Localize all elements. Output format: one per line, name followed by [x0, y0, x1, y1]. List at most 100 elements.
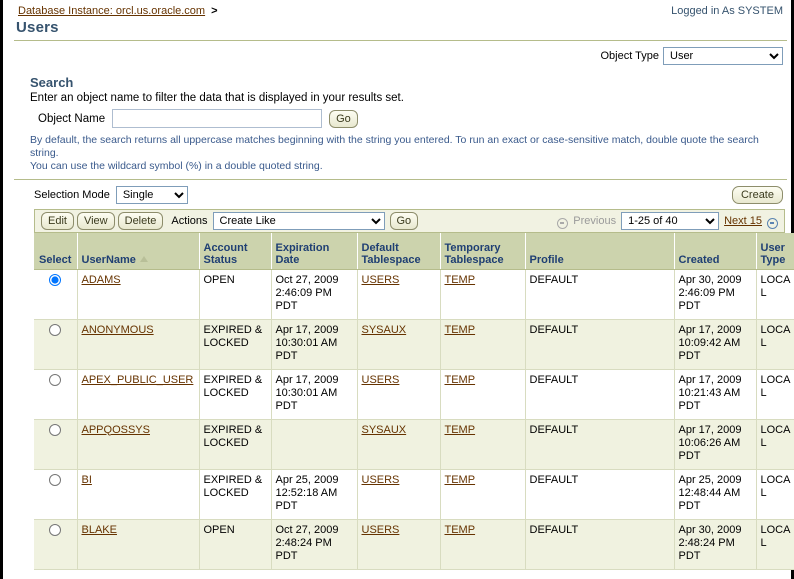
created-value: Apr 17, 2009 10:21:43 AM PDT	[678, 373, 742, 412]
actions-select[interactable]: Create Like	[212, 212, 385, 230]
column-header-temporary-tablespace[interactable]: Temporary Tablespace	[440, 233, 526, 270]
created-value: Apr 25, 2009 12:48:44 AM PDT	[678, 473, 742, 512]
row-select-radio[interactable]	[49, 423, 62, 436]
row-select-radio[interactable]	[49, 273, 62, 286]
user-type-value: LOCAL	[760, 523, 791, 549]
account-status-value: EXPIRED & LOCKED	[203, 373, 263, 399]
temporary-tablespace-link[interactable]: TEMP	[445, 424, 476, 436]
username-link[interactable]: ADAMS	[82, 274, 121, 286]
user-type-cell: LOCAL	[756, 319, 794, 370]
default-tablespace-link[interactable]: USERS	[362, 474, 400, 486]
delete-button[interactable]: Delete	[117, 212, 164, 230]
created-value: Apr 30, 2009 2:48:24 PM PDT	[678, 523, 742, 562]
created-cell: Apr 17, 2009 10:09:42 AM PDT	[674, 319, 757, 370]
username-link[interactable]: BLAKE	[82, 524, 117, 536]
search-row: Object Name Go	[16, 109, 783, 128]
expiration-date-cell: Apr 17, 2009 10:30:01 AM PDT	[271, 369, 358, 420]
default-tablespace-link[interactable]: USERS	[362, 524, 400, 536]
page-title: Users	[16, 19, 59, 36]
selection-mode-select[interactable]: Single	[115, 186, 188, 204]
username-link[interactable]: APEX_PUBLIC_USER	[82, 374, 194, 386]
object-name-label: Object Name	[38, 112, 106, 125]
username-cell: ADAMS	[77, 269, 200, 320]
default-tablespace-link[interactable]: SYSAUX	[362, 424, 407, 436]
username-link[interactable]: BI	[82, 474, 92, 486]
profile-value: DEFAULT	[529, 473, 579, 486]
column-header-expiration-date[interactable]: Expiration Date	[271, 233, 358, 270]
default-tablespace-link[interactable]: USERS	[362, 274, 400, 286]
temporary-tablespace-cell: TEMP	[440, 319, 526, 370]
search-section: Search Enter an object name to filter th…	[8, 69, 791, 173]
user-type-cell: LOCAL	[756, 419, 794, 470]
actions-go-button[interactable]: Go	[389, 212, 419, 230]
expiration-date-cell: Apr 25, 2009 12:52:18 AM PDT	[271, 469, 358, 520]
account-status-value: EXPIRED & LOCKED	[203, 473, 263, 499]
profile-cell: DEFAULT	[525, 269, 675, 320]
column-header-account-status[interactable]: Account Status	[199, 233, 272, 270]
temporary-tablespace-link[interactable]: TEMP	[445, 474, 476, 486]
column-header-profile[interactable]: Profile	[525, 233, 675, 270]
user-type-cell: LOCAL	[756, 519, 794, 570]
temporary-tablespace-link[interactable]: TEMP	[445, 524, 476, 536]
username-link[interactable]: ANONYMOUS	[82, 324, 154, 336]
temporary-tablespace-cell: TEMP	[440, 519, 526, 570]
created-value: Apr 17, 2009 10:09:42 AM PDT	[678, 323, 742, 362]
username-link[interactable]: APPQOSSYS	[82, 424, 150, 436]
created-cell: Apr 30, 2009 2:46:09 PM PDT	[674, 269, 757, 320]
temporary-tablespace-cell: TEMP	[440, 419, 526, 470]
breadcrumb-separator: >	[211, 5, 218, 17]
user-type-value: LOCAL	[760, 373, 791, 399]
profile-cell: DEFAULT	[525, 419, 675, 470]
table-row: APPQOSSYS EXPIRED & LOCKED SYSAUX TEMP DEFAU…	[34, 419, 794, 470]
column-header-user-type[interactable]: User Type	[756, 233, 794, 270]
view-button[interactable]: View	[76, 212, 115, 230]
row-select-cell	[34, 269, 78, 320]
object-type-select[interactable]: User	[663, 47, 783, 65]
logged-in-label: Logged in As SYSTEM	[671, 5, 783, 17]
temporary-tablespace-link[interactable]: TEMP	[445, 374, 476, 386]
default-tablespace-cell: SYSAUX	[357, 419, 441, 470]
profile-value: DEFAULT	[529, 323, 579, 336]
page-range-select[interactable]: 1-25 of 40	[621, 212, 720, 230]
default-tablespace-cell: USERS	[357, 519, 441, 570]
expiration-date-cell: Oct 27, 2009 2:46:09 PM PDT	[271, 269, 358, 320]
table-row: BI EXPIRED & LOCKED Apr 25, 2009 12:52:18 …	[34, 469, 794, 520]
account-status-cell: EXPIRED & LOCKED	[199, 369, 272, 420]
table-row: ADAMS OPEN Oct 27, 2009 2:46:09 PM PDT USER…	[34, 269, 794, 320]
expiration-date-cell: Apr 17, 2009 10:30:01 AM PDT	[271, 319, 358, 370]
account-status-cell: EXPIRED & LOCKED	[199, 469, 272, 520]
create-button[interactable]: Create	[731, 186, 783, 204]
row-select-radio[interactable]	[49, 473, 62, 486]
expiration-date-value: Oct 27, 2009 2:46:09 PM PDT	[275, 273, 339, 312]
breadcrumb-link-database-instance[interactable]: Database Instance: orcl.us.oracle.com	[18, 5, 205, 17]
table-row: ANONYMOUS EXPIRED & LOCKED Apr 17, 2009 10…	[34, 319, 794, 370]
object-name-input[interactable]	[112, 109, 323, 128]
column-header-default-tablespace[interactable]: Default Tablespace	[357, 233, 441, 270]
previous-arrow-icon	[557, 217, 569, 229]
expiration-date-value: Oct 27, 2009 2:48:24 PM PDT	[275, 523, 339, 562]
column-header-username[interactable]: UserName	[77, 233, 200, 270]
sort-ascending-icon	[139, 255, 148, 262]
next-arrow-icon[interactable]	[767, 217, 778, 229]
edit-button[interactable]: Edit	[41, 212, 74, 230]
search-go-button[interactable]: Go	[329, 109, 358, 128]
profile-cell: DEFAULT	[525, 319, 675, 370]
profile-value: DEFAULT	[529, 373, 579, 386]
temporary-tablespace-link[interactable]: TEMP	[445, 274, 476, 286]
expiration-date-cell: Oct 27, 2009 2:48:24 PM PDT	[271, 519, 358, 570]
object-type-label: Object Type	[600, 50, 660, 62]
row-select-radio[interactable]	[49, 373, 62, 386]
user-type-value: LOCAL	[760, 423, 791, 449]
column-header-created[interactable]: Created	[674, 233, 757, 270]
temporary-tablespace-link[interactable]: TEMP	[445, 324, 476, 336]
row-select-cell	[34, 519, 78, 570]
next-page-link[interactable]: Next 15	[724, 215, 762, 227]
actions-label: Actions	[171, 215, 208, 227]
default-tablespace-link[interactable]: USERS	[362, 374, 400, 386]
selection-mode-row: Selection Mode Single Create	[8, 180, 791, 204]
search-hint: By default, the search returns all upper…	[16, 128, 783, 173]
default-tablespace-link[interactable]: SYSAUX	[362, 324, 407, 336]
row-select-radio[interactable]	[49, 523, 62, 536]
account-status-cell: EXPIRED & LOCKED	[199, 419, 272, 470]
row-select-radio[interactable]	[49, 323, 62, 336]
